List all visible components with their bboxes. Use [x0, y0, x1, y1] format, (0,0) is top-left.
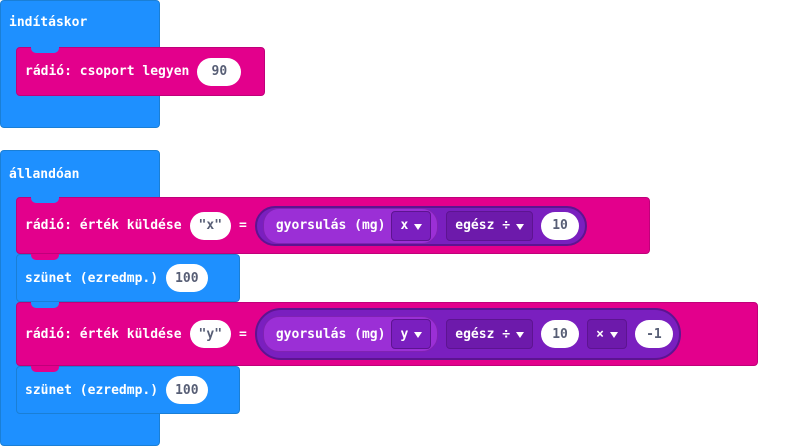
multiplier-input[interactable]: -1 — [634, 320, 673, 348]
pause-duration-input[interactable]: 100 — [166, 376, 208, 404]
chevron-down-icon — [414, 223, 423, 230]
chevron-down-icon — [414, 332, 423, 338]
multiply-operator-value: × — [596, 326, 604, 342]
block-notch — [31, 302, 59, 308]
acceleration-reporter[interactable]: gyorsulás (mg) y — [262, 316, 439, 352]
chevron-down-icon — [516, 332, 525, 338]
forever-title: állandóan — [9, 167, 80, 182]
radio-send-value-label: rádió: érték küldése — [25, 218, 182, 233]
axis-value: x — [400, 218, 409, 233]
radio-send-value-label: rádió: érték küldése — [25, 326, 182, 342]
divisor-input[interactable]: 10 — [541, 211, 580, 240]
name-string-input[interactable]: "y" — [189, 320, 232, 348]
divisor-input[interactable]: 10 — [541, 320, 580, 348]
multiply-operator-dropdown[interactable]: × — [587, 319, 627, 349]
block-notch — [31, 254, 59, 260]
on-start-title: indításkor — [9, 15, 88, 30]
axis-dropdown[interactable]: y — [391, 319, 432, 349]
acceleration-label: gyorsulás (mg) — [275, 326, 386, 342]
pause-label: szünet (ezredmp.) — [25, 382, 159, 398]
pause-duration-input[interactable]: 100 — [166, 264, 208, 292]
block-notch — [31, 366, 59, 372]
operator-dropdown[interactable]: egész ÷ — [446, 210, 534, 241]
group-number-input[interactable]: 90 — [197, 57, 242, 86]
block-notch — [31, 197, 59, 203]
equals-sign: = — [239, 218, 247, 233]
operator-dropdown[interactable]: egész ÷ — [446, 319, 534, 349]
chevron-down-icon — [609, 332, 618, 338]
division-reporter[interactable]: gyorsulás (mg) x egész ÷ 10 — [254, 205, 588, 246]
radio-send-value-x-block[interactable]: rádió: érték küldése "x" = gyorsulás (mg… — [16, 197, 650, 254]
acceleration-reporter[interactable]: gyorsulás (mg) x — [262, 207, 439, 244]
acceleration-label: gyorsulás (mg) — [275, 218, 386, 233]
name-string-input[interactable]: "x" — [189, 211, 232, 240]
axis-value: y — [400, 326, 409, 342]
radio-set-group-block[interactable]: rádió: csoport legyen 90 — [16, 47, 265, 96]
pause-block[interactable]: szünet (ezredmp.) 100 — [16, 366, 240, 414]
radio-send-value-y-block[interactable]: rádió: érték küldése "y" = gyorsulás (mg… — [16, 302, 758, 366]
chevron-down-icon — [516, 223, 525, 230]
multiply-reporter[interactable]: gyorsulás (mg) y egész ÷ 10 × -1 — [254, 308, 681, 360]
pause-block[interactable]: szünet (ezredmp.) 100 — [16, 254, 240, 302]
block-notch — [31, 47, 59, 53]
pause-label: szünet (ezredmp.) — [25, 270, 159, 286]
radio-set-group-label: rádió: csoport legyen — [25, 64, 190, 79]
operator-value: egész ÷ — [455, 218, 511, 233]
operator-value: egész ÷ — [455, 326, 511, 342]
axis-dropdown[interactable]: x — [391, 210, 432, 241]
equals-sign: = — [239, 326, 247, 342]
